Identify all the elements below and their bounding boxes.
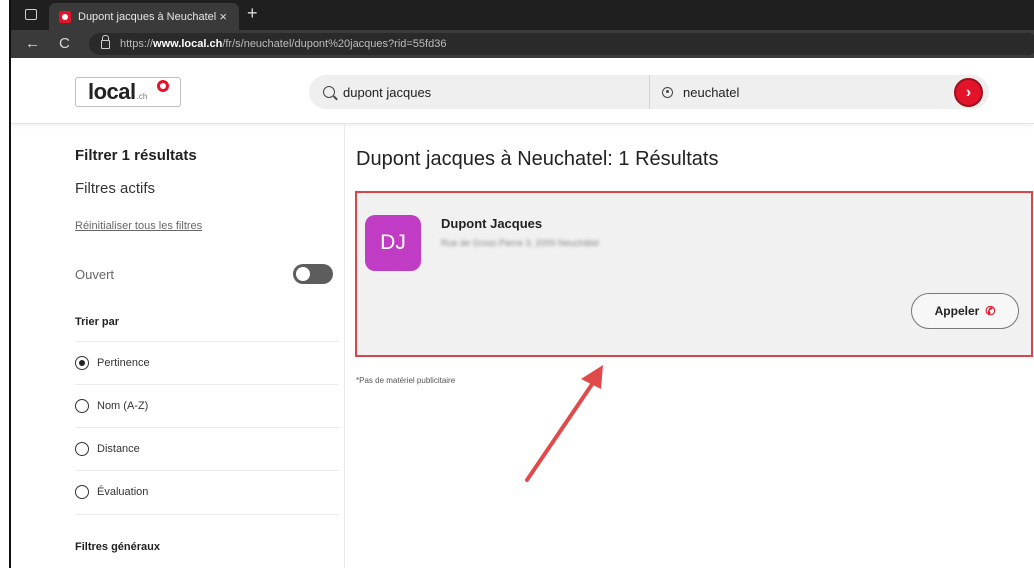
active-filters-heading: Filtres actifs xyxy=(75,180,156,197)
result-address: Rue de Gross Pierre 3, 2000 Neuchâtel xyxy=(441,238,599,248)
general-filters-heading: Filtres généraux xyxy=(75,541,160,553)
logo-suffix: .ch xyxy=(136,92,148,101)
sort-option-label: Distance xyxy=(97,443,140,455)
sort-heading: Trier par xyxy=(75,316,120,328)
site-favicon-icon xyxy=(59,10,71,23)
window-menu-icon[interactable] xyxy=(25,9,37,20)
browser-nav-bar: ← C https://www.local.ch/fr/s/neuchatel/… xyxy=(11,30,1034,58)
call-button[interactable]: Appeler ✆ xyxy=(911,293,1019,329)
local-logo[interactable]: local .ch xyxy=(75,77,181,107)
back-arrow-icon[interactable]: ← xyxy=(25,35,40,52)
results-title: Dupont jacques à Neuchatel: 1 Résultats xyxy=(356,148,719,170)
url-domain: www.local.ch xyxy=(153,38,223,50)
sort-option-pertinence[interactable]: Pertinence xyxy=(75,341,339,384)
radio-icon[interactable] xyxy=(75,442,89,456)
open-toggle[interactable] xyxy=(293,264,333,284)
call-button-label: Appeler xyxy=(934,304,980,318)
location-value: neuchatel xyxy=(683,84,740,100)
avatar: DJ xyxy=(365,215,421,271)
open-filter-label: Ouvert xyxy=(75,267,115,282)
logo-badge-icon xyxy=(157,80,169,92)
ad-note: *Pas de matériel publicitaire xyxy=(356,376,456,385)
browser-tab-strip: Dupont jacques à Neuchatel – Tr × + xyxy=(11,0,1034,30)
search-value: dupont jacques xyxy=(343,84,432,100)
radio-checked-icon[interactable] xyxy=(75,356,89,370)
phone-icon: ✆ xyxy=(985,304,996,318)
result-name[interactable]: Dupont Jacques xyxy=(441,216,542,231)
filter-sidebar: Filtrer 1 résultats Filtres actifs Réini… xyxy=(75,124,345,568)
reload-icon[interactable]: C xyxy=(59,35,70,52)
tab-close-icon[interactable]: × xyxy=(219,9,227,24)
lock-icon[interactable] xyxy=(101,34,110,49)
search-bar: dupont jacques neuchatel › xyxy=(309,75,989,109)
browser-tab[interactable]: Dupont jacques à Neuchatel – Tr × xyxy=(49,3,239,30)
sort-option-label: Évaluation xyxy=(97,486,149,498)
result-card[interactable]: DJ Dupont Jacques Rue de Gross Pierre 3,… xyxy=(355,191,1033,357)
radio-icon[interactable] xyxy=(75,485,89,499)
sort-option-distance[interactable]: Distance xyxy=(75,427,339,470)
toggle-knob xyxy=(296,267,310,281)
search-input[interactable]: dupont jacques xyxy=(309,75,649,109)
column-divider xyxy=(344,124,345,568)
sort-option-rating[interactable]: Évaluation xyxy=(75,470,339,513)
radio-icon[interactable] xyxy=(75,399,89,413)
logo-text: local xyxy=(88,79,136,104)
sort-option-label: Pertinence xyxy=(97,357,150,369)
sidebar-divider xyxy=(75,514,339,515)
site-header: local .ch dupont jacques neuchatel › xyxy=(11,58,1034,124)
address-bar[interactable]: https://www.local.ch/fr/s/neuchatel/dupo… xyxy=(89,33,1034,55)
location-pin-icon xyxy=(662,86,673,98)
sort-option-label: Nom (A-Z) xyxy=(97,400,149,412)
annotation-arrow-icon xyxy=(525,365,603,482)
url-prefix: https:// xyxy=(120,38,154,50)
reset-filters-link[interactable]: Réinitialiser tous les filtres xyxy=(75,220,202,232)
sort-option-name[interactable]: Nom (A-Z) xyxy=(75,384,339,427)
filter-title: Filtrer 1 résultats xyxy=(75,147,197,164)
tab-title: Dupont jacques à Neuchatel – Tr xyxy=(78,10,218,23)
location-input[interactable]: neuchatel xyxy=(650,75,930,109)
url-path: /fr/s/neuchatel/dupont%20jacques?rid=55f… xyxy=(222,38,447,50)
search-icon xyxy=(323,86,335,98)
new-tab-icon[interactable]: + xyxy=(247,3,258,24)
screenshot-frame: Dupont jacques à Neuchatel – Tr × + ← C … xyxy=(9,0,1034,568)
search-submit-button[interactable]: › xyxy=(954,78,983,107)
